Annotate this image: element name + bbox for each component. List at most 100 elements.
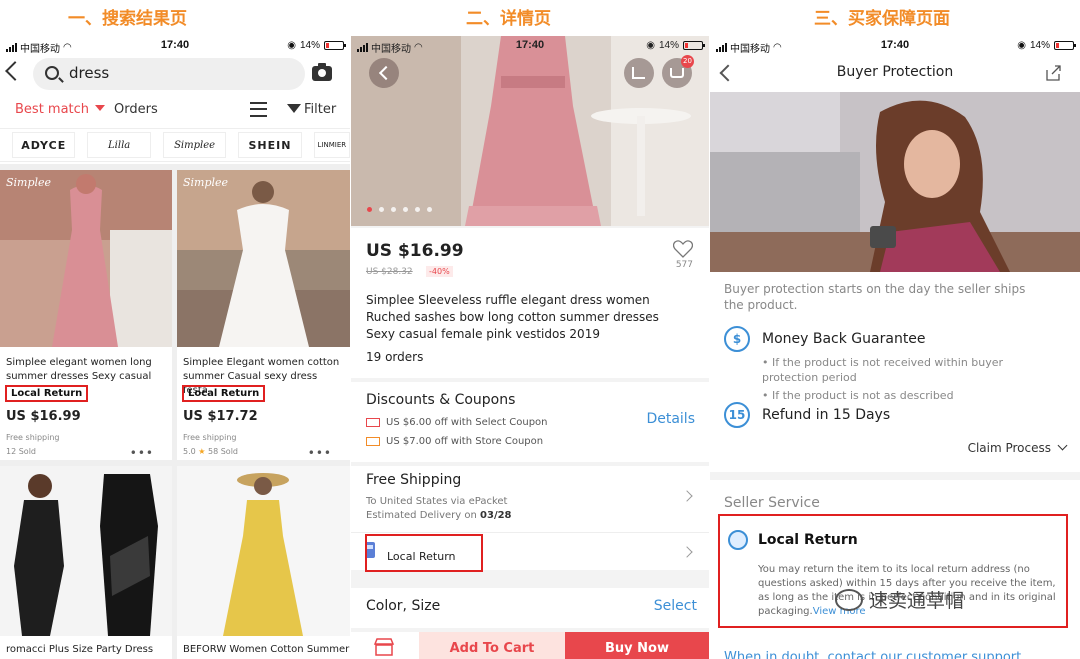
product-card[interactable]: BEFORW Women Cotton Summer	[177, 466, 350, 659]
product-price: US $16.99	[6, 409, 81, 424]
filter-button[interactable]: Filter	[287, 102, 336, 117]
product-gallery[interactable]: 20	[351, 36, 709, 226]
chevron-down-icon	[1057, 440, 1068, 451]
camera-search-icon[interactable]	[312, 63, 332, 81]
coupon-text: US $7.00 off with Store Coupon	[386, 436, 544, 447]
cart-button[interactable]: 20	[662, 55, 694, 88]
customer-support-link[interactable]: When in doubt, contact our customer supp…	[724, 650, 1021, 659]
product-title: Simplee elegant women long summer dresse…	[6, 357, 152, 382]
back-button[interactable]	[369, 58, 399, 88]
brand-strip: ADYCE Lilla Simplee SHEIN LINMIER	[0, 128, 350, 162]
more-options-icon[interactable]: •••	[308, 446, 332, 460]
feature-title: Refund in 15 Days	[762, 407, 891, 423]
select-link[interactable]: Select	[654, 598, 697, 614]
protection-intro: Buyer protection starts on the day the s…	[724, 282, 1026, 312]
chevron-right-icon	[681, 546, 693, 558]
gallery-image-pink-dress	[351, 36, 709, 226]
more-options-icon[interactable]: •••	[130, 446, 154, 460]
section-title-search-results: 一、搜索结果页	[68, 9, 187, 29]
coupon-text: US $6.00 off with Select Coupon	[386, 417, 548, 428]
feature-title: Money Back Guarantee	[762, 331, 926, 347]
orders-count: 19 orders	[366, 350, 424, 364]
product-image-yellow-dress	[177, 466, 350, 636]
local-return-icon	[728, 530, 748, 550]
buy-now-button[interactable]: Buy Now	[565, 632, 709, 659]
filter-funnel-icon	[287, 104, 301, 113]
wishlist-heart-icon[interactable]	[673, 240, 693, 258]
brand-logo[interactable]: Simplee	[162, 132, 227, 158]
highlight-box	[365, 534, 483, 572]
add-to-cart-button[interactable]: Add To Cart	[419, 632, 565, 659]
search-header: dress	[0, 56, 350, 92]
product-card[interactable]: Simplee Simplee elegant women long summe…	[0, 170, 172, 460]
original-price: US $28.32	[366, 267, 413, 277]
brand-logo[interactable]: Lilla	[87, 132, 151, 158]
share-button[interactable]	[624, 58, 654, 88]
claim-process-toggle[interactable]: Claim Process	[967, 440, 1068, 455]
rating-value: 5.0	[183, 447, 196, 456]
coupon-item: US $7.00 off with Store Coupon	[366, 436, 543, 447]
search-query: dress	[69, 64, 110, 82]
seller-service-heading: Seller Service	[724, 495, 820, 511]
product-card[interactable]: romacci Plus Size Party Dress	[0, 466, 172, 659]
brand-logo[interactable]: SHEIN	[238, 132, 302, 158]
battery-icon	[1054, 41, 1076, 50]
local-return-badge: Local Return	[5, 385, 89, 402]
shipping-info: Free shipping	[183, 433, 237, 442]
product-title: BEFORW Women Cotton Summer	[183, 644, 350, 655]
product-price: US $17.72	[183, 409, 258, 424]
gallery-pagination	[367, 207, 432, 212]
product-image-black-dress	[0, 466, 172, 636]
delivery-estimate: Estimated Delivery on 03/28	[366, 510, 512, 521]
search-input[interactable]: dress	[33, 58, 305, 90]
product-image-white-dress	[177, 170, 350, 347]
coupons-heading: Discounts & Coupons	[366, 392, 516, 408]
battery-icon	[683, 41, 705, 50]
status-bar: 中国移动 ◠ 17:40 ◉ 14%	[351, 36, 709, 56]
section-divider	[710, 472, 1080, 480]
coupons-section[interactable]: Discounts & Coupons US $6.00 off with Se…	[351, 382, 709, 462]
delivery-label: Estimated Delivery on	[366, 510, 477, 521]
sold-count: 12 Sold	[6, 447, 36, 456]
watermark-text: 速卖通草帽	[869, 590, 965, 612]
buyer-protection-screen: 中国移动 ◠ 17:40 ◉ 14% Buyer Protection Buyer …	[710, 36, 1080, 659]
cart-icon	[670, 68, 684, 78]
list-view-icon[interactable]	[250, 102, 267, 117]
wechat-logo-icon	[835, 588, 863, 611]
refund-feature: 15 Refund in 15 Days	[724, 402, 890, 428]
woman-with-laptop-image	[710, 92, 1080, 272]
sort-orders-button[interactable]: Orders	[114, 102, 158, 117]
battery-percent: 14%	[658, 40, 679, 51]
product-image-pink-dress	[0, 170, 172, 347]
color-size-section[interactable]: Color, Size Select	[351, 588, 709, 628]
wishlist-count: 577	[675, 260, 693, 270]
battery-percent: 14%	[1029, 40, 1050, 51]
sold-count: 58 Sold	[208, 447, 238, 456]
shipping-method: To United States via ePacket	[366, 496, 508, 507]
color-size-label: Color, Size	[366, 598, 441, 614]
product-card[interactable]: Simplee Simplee Elegant women cotton sum…	[177, 170, 350, 460]
brand-logo[interactable]: LINMIER	[313, 132, 350, 158]
sort-best-match-button[interactable]: Best match	[15, 102, 106, 117]
share-icon[interactable]	[1044, 64, 1062, 82]
refund-15-icon: 15	[724, 402, 750, 428]
brand-logo[interactable]: ADYCE	[12, 132, 76, 158]
chevron-right-icon	[681, 490, 693, 502]
sort-label: Best match	[15, 102, 90, 117]
store-icon[interactable]	[373, 638, 395, 656]
claim-label: Claim Process	[967, 441, 1051, 455]
search-icon	[45, 66, 59, 80]
local-return-title: Local Return	[758, 532, 858, 548]
money-back-feature: $ Money Back Guarantee	[724, 326, 926, 352]
dollar-icon: $	[724, 326, 750, 352]
coupon-icon	[366, 418, 380, 427]
battery-percent: 14%	[299, 40, 320, 51]
shipping-section[interactable]: Free Shipping To United States via ePack…	[351, 466, 709, 572]
back-arrow-icon[interactable]	[5, 61, 25, 81]
back-chevron-icon	[378, 65, 394, 81]
page-title: Buyer Protection	[836, 64, 954, 80]
coupons-details-link[interactable]: Details	[646, 411, 695, 427]
product-price: US $16.99	[366, 241, 464, 261]
shipping-info: Free shipping	[6, 433, 60, 442]
section-title-product-detail: 二、详情页	[466, 9, 551, 29]
